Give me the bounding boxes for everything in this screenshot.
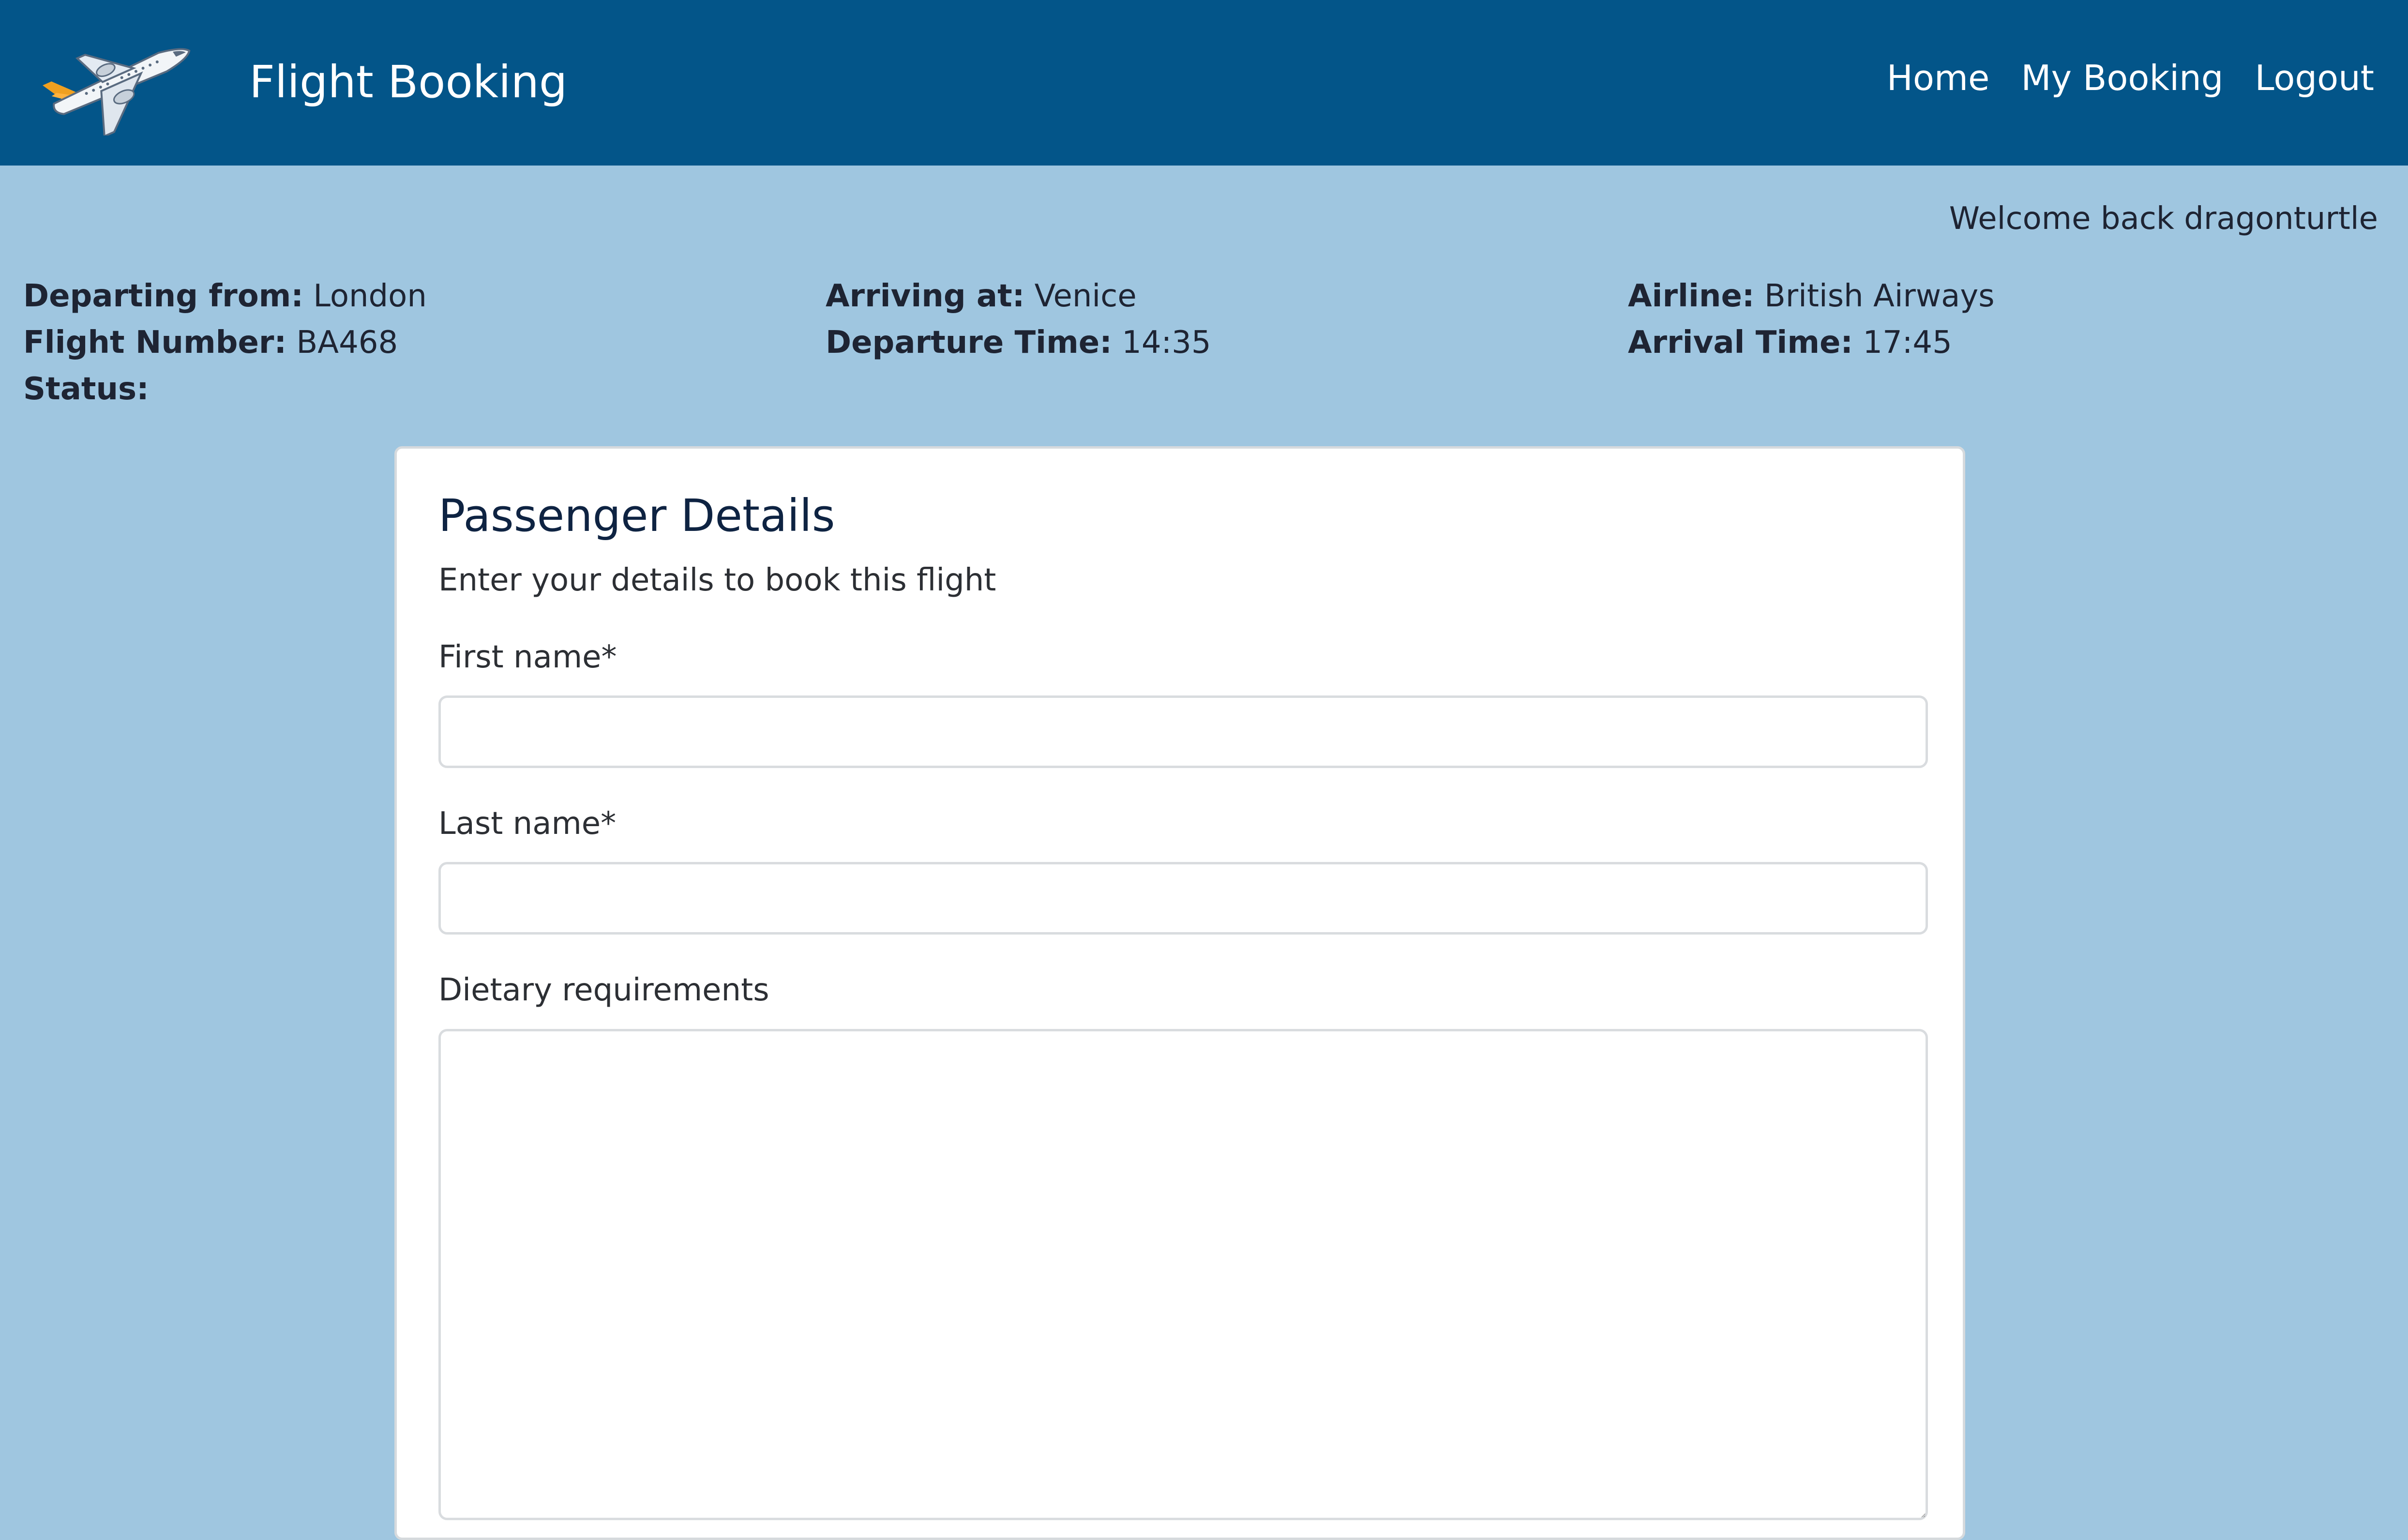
nav-my-booking-link[interactable]: My Booking xyxy=(2021,60,2223,95)
status-label: Status: xyxy=(23,371,149,407)
dietary-requirements-textarea[interactable] xyxy=(438,1029,1928,1520)
flight-number-label: Flight Number: xyxy=(23,325,287,361)
first-name-input[interactable] xyxy=(438,695,1928,768)
card-subtitle: Enter your details to book this flight xyxy=(438,562,996,598)
flight-number-row: Flight Number: BA468 xyxy=(23,324,826,362)
main-nav: Home My Booking Logout xyxy=(1887,60,2374,95)
passenger-details-card: Passenger Details Enter your details to … xyxy=(394,446,1965,1540)
departing-from-value: London xyxy=(313,278,427,314)
arriving-at-row: Arriving at: Venice xyxy=(826,277,1628,315)
arriving-at-value: Venice xyxy=(1034,278,1137,314)
status-row: Status: xyxy=(23,370,826,408)
airline-row: Airline: British Airways xyxy=(1628,277,2385,315)
arriving-at-label: Arriving at: xyxy=(826,278,1025,314)
navbar: Flight Booking Home My Booking Logout xyxy=(0,0,2408,166)
departing-from-label: Departing from: xyxy=(23,278,303,314)
flight-summary: Departing from: London Arriving at: Veni… xyxy=(23,277,2385,408)
arrival-time-row: Arrival Time: 17:45 xyxy=(1628,324,2385,362)
card-title: Passenger Details xyxy=(438,490,835,542)
airline-value: British Airways xyxy=(1764,278,1995,314)
departure-time-row: Departure Time: 14:35 xyxy=(826,324,1628,362)
airplane-icon xyxy=(43,48,191,136)
last-name-label: Last name* xyxy=(438,806,617,842)
nav-logout-link[interactable]: Logout xyxy=(2255,60,2374,95)
first-name-label: First name* xyxy=(438,639,617,675)
brand[interactable]: Flight Booking xyxy=(27,29,567,136)
departing-from-row: Departing from: London xyxy=(23,277,826,315)
dietary-requirements-label: Dietary requirements xyxy=(438,972,769,1008)
arrival-time-label: Arrival Time: xyxy=(1628,325,1853,361)
arrival-time-value: 17:45 xyxy=(1863,325,1952,361)
departure-time-label: Departure Time: xyxy=(826,325,1112,361)
brand-title[interactable]: Flight Booking xyxy=(249,60,567,105)
airline-label: Airline: xyxy=(1628,278,1755,314)
flight-number-value: BA468 xyxy=(296,325,398,361)
nav-home-link[interactable]: Home xyxy=(1887,60,1990,95)
departure-time-value: 14:35 xyxy=(1122,325,1211,361)
last-name-input[interactable] xyxy=(438,862,1928,935)
welcome-message: Welcome back dragonturtle xyxy=(1949,201,2378,237)
